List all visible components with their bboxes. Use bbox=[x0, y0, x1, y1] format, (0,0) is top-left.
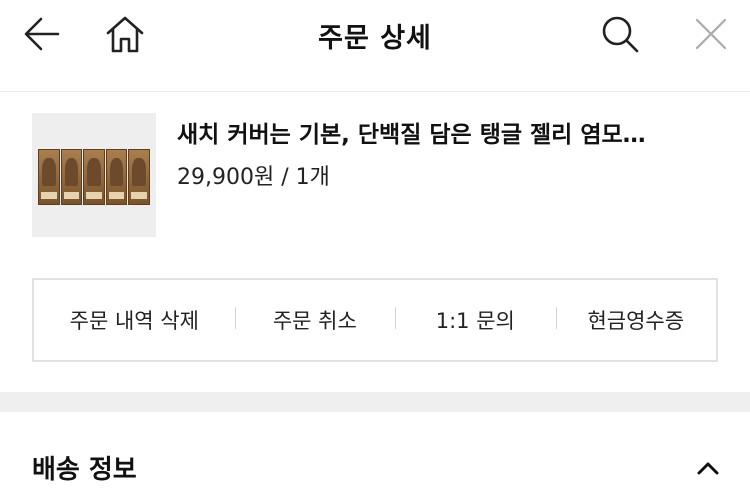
chevron-up-icon bbox=[697, 462, 719, 475]
inquiry-button[interactable]: 1:1 문의 bbox=[395, 305, 555, 335]
close-icon bbox=[695, 18, 727, 50]
product-box bbox=[128, 149, 150, 205]
section-divider bbox=[0, 392, 750, 412]
cash-receipt-button[interactable]: 현금영수증 bbox=[555, 305, 716, 335]
search-icon bbox=[602, 16, 639, 53]
close-button[interactable] bbox=[687, 10, 735, 58]
order-product-item[interactable]: 새치 커버는 기본, 단백질 담은 탱글 젤리 염모… 29,900원 / 1개 bbox=[32, 113, 722, 239]
collapse-toggle[interactable] bbox=[692, 452, 724, 484]
product-image bbox=[38, 149, 150, 205]
product-price-quantity: 29,900원 / 1개 bbox=[177, 165, 330, 190]
cancel-order-button[interactable]: 주문 취소 bbox=[234, 305, 395, 335]
order-action-bar: 주문 내역 삭제 주문 취소 1:1 문의 현금영수증 bbox=[32, 278, 718, 362]
product-box bbox=[83, 149, 105, 205]
top-nav-bar: 주문 상세 bbox=[0, 0, 750, 92]
product-thumbnail[interactable] bbox=[32, 113, 156, 237]
product-box bbox=[38, 149, 60, 205]
product-name[interactable]: 새치 커버는 기본, 단백질 담은 탱글 젤리 염모… bbox=[177, 115, 717, 149]
product-box bbox=[105, 149, 128, 205]
product-box bbox=[60, 149, 83, 205]
delete-order-history-button[interactable]: 주문 내역 삭제 bbox=[34, 305, 235, 335]
search-button[interactable] bbox=[596, 10, 644, 58]
shipping-info-title: 배송 정보 bbox=[32, 455, 137, 485]
